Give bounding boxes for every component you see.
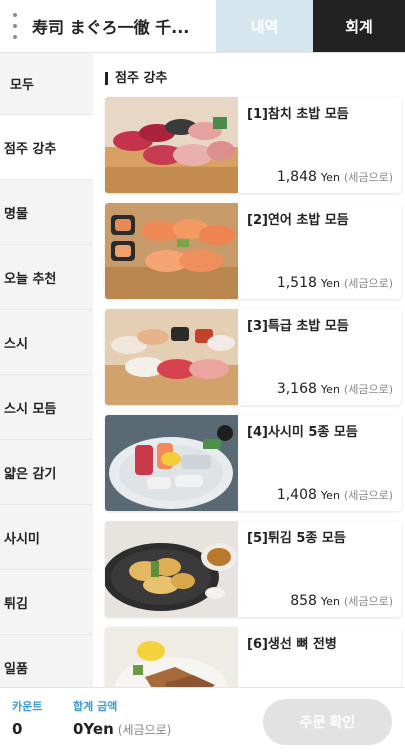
menu-item-card[interactable]: [2]연어 초밥 모듬 1,518 Yen (세금으로): [105, 203, 401, 299]
tab-bill[interactable]: 회계: [313, 0, 405, 52]
more-menu-icon[interactable]: [10, 13, 20, 39]
top-bar: 寿司 まぐろ一徹 千... 내역 회계: [0, 0, 405, 53]
tax-note: (세금으로): [343, 489, 393, 502]
currency-unit: Yen: [320, 171, 340, 184]
menu-item-price: 1,848: [276, 169, 317, 185]
total-label: 합계 금액: [73, 700, 118, 713]
price-row: 1,848 Yen (세금으로): [277, 169, 393, 185]
menu-item-price: 1,518: [276, 275, 317, 291]
menu-item-card[interactable]: [3]특급 초밥 모듬 3,168 Yen (세금으로): [105, 309, 401, 405]
currency-unit: Yen: [320, 383, 340, 396]
sidebar-item-owner-pick[interactable]: 점주 강추: [0, 115, 93, 180]
premium-sushi-image: [105, 309, 238, 405]
tab-history[interactable]: 내역: [216, 0, 313, 52]
order-confirm-button[interactable]: 주문 확인: [263, 699, 392, 745]
section-title: 점주 강추: [105, 72, 167, 85]
order-summary-bar: 카운트 0 합계 금액 0Yen (세금으로) 주문 확인: [0, 687, 405, 755]
category-sidebar: 모두 점주 강추 명물 오늘 추천 스시 스시 모듬 얇은 감기 사시미 튀김 …: [0, 53, 93, 687]
tax-note: (세금으로): [343, 595, 393, 608]
menu-item-name: [5]튀김 5종 모듬: [247, 531, 346, 546]
menu-item-name: [4]사시미 5종 모듬: [247, 425, 358, 440]
sidebar-item-thin-roll[interactable]: 얇은 감기: [0, 440, 93, 505]
tuna-sushi-image: [105, 97, 238, 193]
price-row: 1,518 Yen (세금으로): [277, 275, 393, 291]
menu-item-price: 1,408: [276, 487, 317, 503]
menu-item-price: 858: [290, 593, 317, 609]
menu-item-card[interactable]: [6]생선 뼈 전병: [105, 627, 401, 687]
sidebar-item-side-dish[interactable]: 일품: [0, 635, 93, 687]
tax-note: (세금으로): [343, 277, 393, 290]
sidebar-item-specialty[interactable]: 명물: [0, 180, 93, 245]
sidebar-item-today-pick[interactable]: 오늘 추천: [0, 245, 93, 310]
tax-note: (세금으로): [343, 383, 393, 396]
count-label: 카운트: [12, 700, 43, 713]
sidebar-item-sushi[interactable]: 스시: [0, 310, 93, 375]
currency-unit: Yen: [320, 489, 340, 502]
menu-item-card[interactable]: [5]튀김 5종 모듬 858 Yen (세금으로): [105, 521, 401, 617]
count-value: 0: [12, 720, 22, 738]
sidebar-item-tempura[interactable]: 튀김: [0, 570, 93, 635]
fish-bone-cracker-image: [105, 627, 238, 687]
restaurant-title: 寿司 まぐろ一徹 千...: [32, 18, 190, 37]
price-row: 858 Yen (세금으로): [290, 593, 393, 609]
salmon-sushi-image: [105, 203, 238, 299]
currency-unit: Yen: [320, 595, 340, 608]
sidebar-item-all[interactable]: 모두: [0, 53, 93, 115]
total-amount: 0Yen: [73, 720, 114, 738]
count-number: 0: [12, 720, 23, 738]
tax-note: (세금으로): [343, 171, 393, 184]
sashimi-image: [105, 415, 238, 511]
currency-unit: Yen: [320, 277, 340, 290]
menu-item-card[interactable]: [4]사시미 5종 모듬 1,408 Yen (세금으로): [105, 415, 401, 511]
menu-item-price: 3,168: [276, 381, 317, 397]
menu-item-name: [6]생선 뼈 전병: [247, 637, 337, 652]
sidebar-item-sushi-platter[interactable]: 스시 모듬: [0, 375, 93, 440]
price-row: 1,408 Yen (세금으로): [277, 487, 393, 503]
menu-list: 점주 강추 [1]참치 초밥 모듬 1,848 Yen (세금으로) [2]연어…: [93, 53, 405, 687]
total-value: 0Yen (세금으로): [73, 720, 171, 738]
price-row: 3,168 Yen (세금으로): [277, 381, 393, 397]
menu-item-name: [2]연어 초밥 모듬: [247, 213, 349, 228]
sidebar-item-sashimi[interactable]: 사시미: [0, 505, 93, 570]
menu-item-name: [1]참치 초밥 모듬: [247, 107, 349, 122]
menu-item-name: [3]특급 초밥 모듬: [247, 319, 349, 334]
tempura-image: [105, 521, 238, 617]
menu-item-card[interactable]: [1]참치 초밥 모듬 1,848 Yen (세금으로): [105, 97, 401, 193]
total-tax-note: (세금으로): [117, 723, 172, 737]
